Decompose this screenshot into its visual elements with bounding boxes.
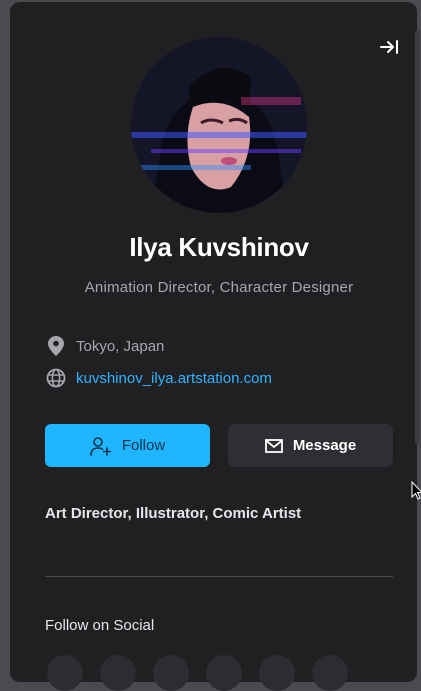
mouse-cursor-icon bbox=[411, 480, 421, 506]
user-plus-icon bbox=[90, 436, 112, 456]
social-link[interactable] bbox=[206, 655, 242, 691]
envelope-icon bbox=[264, 438, 283, 453]
social-link[interactable] bbox=[259, 655, 295, 691]
social-link[interactable] bbox=[47, 655, 83, 691]
map-pin-icon bbox=[46, 336, 66, 356]
social-link[interactable] bbox=[153, 655, 189, 691]
profile-subtitle: Animation Director, Character Designer bbox=[84, 279, 354, 296]
social-section-title: Follow on Social bbox=[45, 617, 155, 634]
avatar bbox=[131, 37, 307, 213]
message-button-label: Message bbox=[292, 437, 357, 454]
profile-bio: Art Director, Illustrator, Comic Artist bbox=[45, 505, 302, 522]
social-links bbox=[47, 655, 348, 691]
website-row: kuvshinov_ilya.artstation.com bbox=[46, 367, 272, 389]
social-link[interactable] bbox=[312, 655, 348, 691]
profile-name: Ilya Kuvshinov bbox=[129, 232, 309, 262]
collapse-right-icon bbox=[380, 40, 398, 54]
globe-icon bbox=[46, 368, 66, 388]
social-link[interactable] bbox=[100, 655, 136, 691]
collapse-panel-button[interactable] bbox=[376, 34, 404, 60]
location-text: Tokyo, Japan bbox=[76, 337, 165, 355]
website-link[interactable]: kuvshinov_ilya.artstation.com bbox=[76, 370, 272, 387]
scrollbar[interactable] bbox=[415, 30, 420, 445]
follow-button[interactable]: Follow bbox=[45, 424, 210, 467]
location-row: Tokyo, Japan bbox=[46, 335, 164, 357]
message-button[interactable]: Message bbox=[228, 424, 393, 467]
divider bbox=[45, 576, 393, 577]
follow-button-label: Follow bbox=[121, 437, 166, 454]
